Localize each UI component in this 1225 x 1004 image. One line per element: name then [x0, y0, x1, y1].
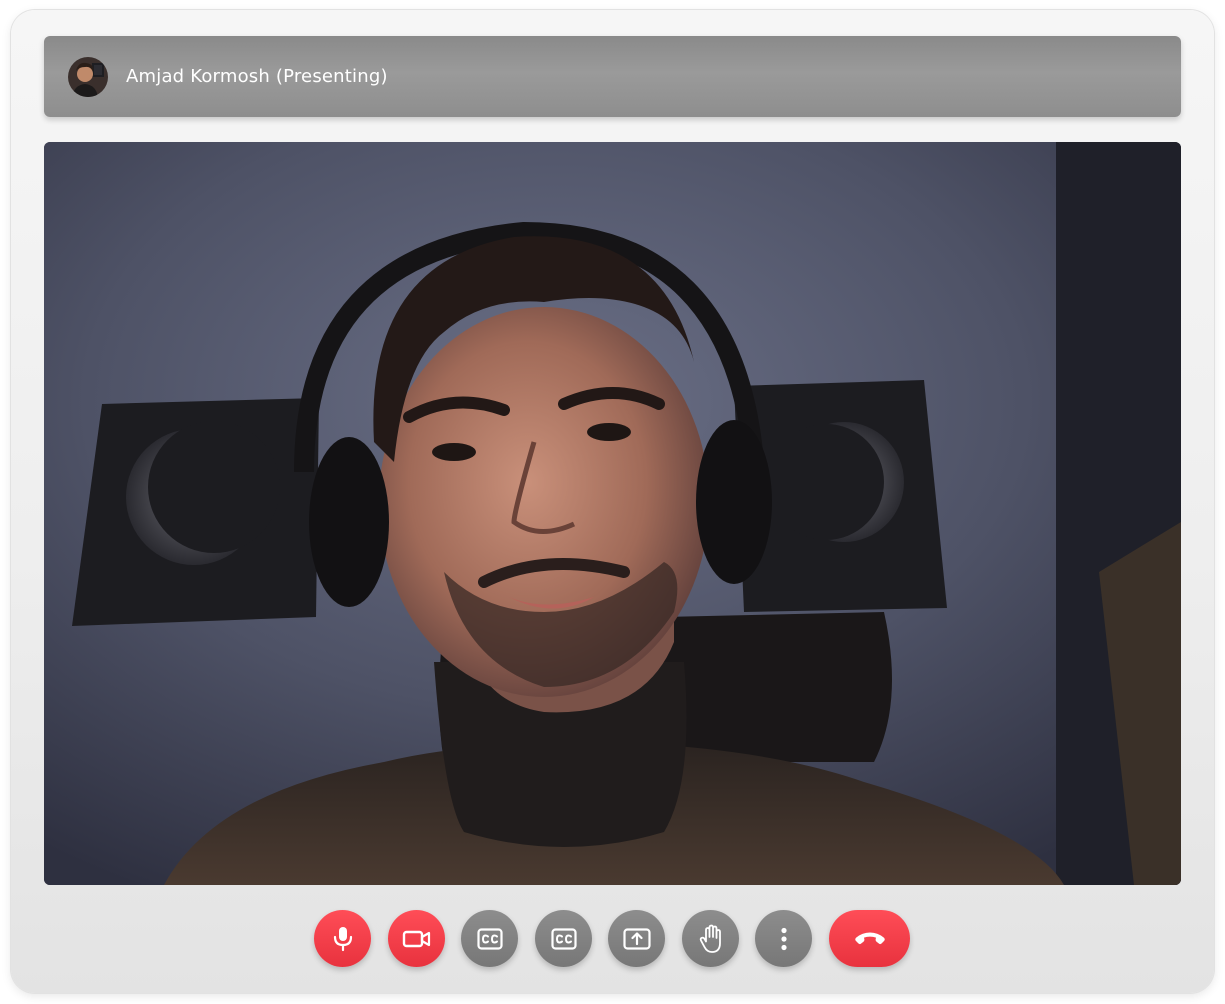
- more-options-button[interactable]: [755, 910, 812, 967]
- call-controls-bar: [11, 910, 1214, 968]
- microphone-button[interactable]: [314, 910, 371, 967]
- share-screen-icon: [622, 927, 651, 950]
- raise-hand-icon: [699, 924, 721, 953]
- hang-up-icon: [854, 932, 885, 944]
- captions-button-2[interactable]: [535, 910, 592, 967]
- raise-hand-button[interactable]: [682, 910, 739, 967]
- captions-button[interactable]: [461, 910, 518, 967]
- end-call-button[interactable]: [829, 910, 910, 967]
- presenter-header: Amjad Kormosh (Presenting): [44, 36, 1181, 117]
- presenter-name-label: Amjad Kormosh (Presenting): [126, 66, 388, 87]
- presenter-video-feed: [44, 142, 1181, 885]
- more-vertical-icon: [780, 927, 787, 950]
- share-screen-button[interactable]: [608, 910, 665, 967]
- presenter-avatar: [68, 56, 108, 97]
- microphone-icon: [333, 926, 352, 951]
- camera-button[interactable]: [388, 910, 445, 967]
- closed-captions-icon: [550, 927, 577, 950]
- video-camera-icon: [402, 930, 430, 947]
- closed-captions-icon: [476, 927, 503, 950]
- meeting-window: Amjad Kormosh (Presenting): [11, 10, 1214, 993]
